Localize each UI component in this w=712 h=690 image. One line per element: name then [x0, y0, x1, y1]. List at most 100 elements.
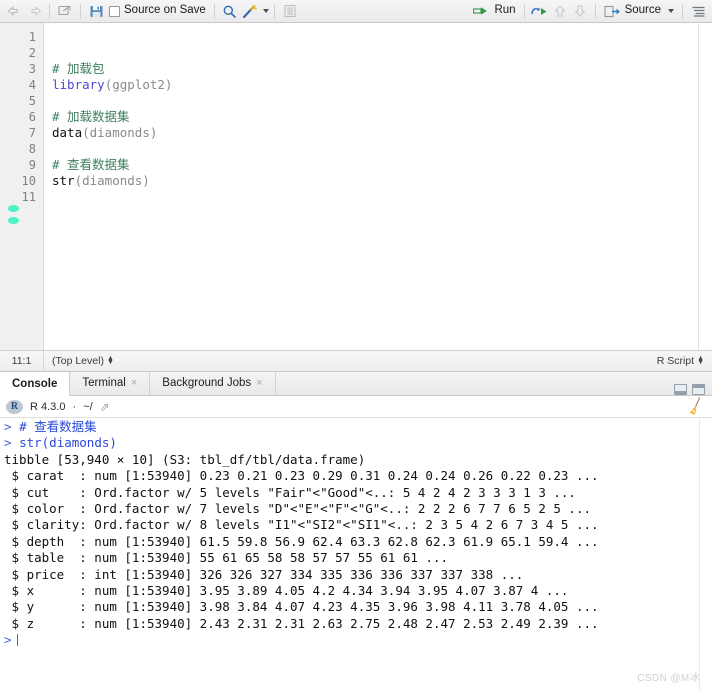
- console-vertical-scrollbar[interactable]: [699, 418, 712, 690]
- source-button[interactable]: Source: [601, 2, 677, 21]
- line-number: 1: [28, 30, 36, 44]
- toolbar-divider: [49, 3, 50, 19]
- code-line[interactable]: library(ggplot2): [52, 77, 712, 93]
- source-chevron-down-icon[interactable]: [668, 9, 674, 13]
- code-line[interactable]: str(diamonds): [52, 173, 712, 189]
- source-toolbar: Source on Save Run Source: [0, 0, 712, 23]
- maximize-pane-icon[interactable]: [692, 384, 705, 395]
- close-icon[interactable]: ×: [131, 377, 137, 389]
- code-token: # 加载包: [52, 61, 105, 76]
- line-number: 8: [28, 142, 36, 156]
- code-token: # 加载数据集: [52, 109, 130, 124]
- console-output-line: $ depth : num [1:53940] 61.5 59.8 56.9 6…: [4, 533, 599, 549]
- line-number: 2: [28, 46, 36, 60]
- line-number: 6: [28, 110, 36, 124]
- line-number: 3: [28, 62, 36, 76]
- run-button[interactable]: Run: [470, 2, 518, 21]
- scope-chevron-icon[interactable]: ▲ ▼: [107, 355, 114, 366]
- code-line[interactable]: [52, 29, 712, 45]
- file-type-selector[interactable]: R Script ▲ ▼: [657, 355, 712, 367]
- line-number: 4: [28, 78, 36, 92]
- line-number: 11: [21, 190, 36, 204]
- magnifier-icon[interactable]: [220, 2, 240, 21]
- code-token: library: [52, 77, 105, 92]
- editor-cursor-marker: [8, 205, 19, 225]
- code-line[interactable]: # 查看数据集: [52, 157, 712, 173]
- show-in-new-window-icon[interactable]: [55, 2, 75, 21]
- code-line[interactable]: [52, 141, 712, 157]
- code-editor-text[interactable]: # 加载包 library(ggplot2) # 加载数据集 data(diamon…: [44, 23, 712, 350]
- code-line[interactable]: [52, 93, 712, 109]
- working-directory-label: ~/: [83, 400, 93, 413]
- r-version-label: R 4.3.0: [30, 400, 66, 413]
- console-output-line: $ clarity: Ord.factor w/ 8 levels "I1"<"…: [4, 517, 599, 533]
- forward-arrow-icon[interactable]: [24, 2, 44, 21]
- close-icon[interactable]: ×: [256, 377, 262, 389]
- console-prompt: >: [4, 435, 20, 451]
- console-command: # 查看数据集: [19, 419, 97, 434]
- toolbar-divider-5: [523, 3, 525, 19]
- broom-clear-console-icon[interactable]: 🧹: [686, 396, 707, 417]
- console-output-line: $ table : num [1:53940] 55 61 65 58 58 5…: [4, 550, 449, 566]
- document-outline-icon[interactable]: [688, 2, 708, 21]
- console-pane: Console Terminal × Background Jobs × R R 4.3…: [0, 372, 712, 690]
- file-type-chevron-icon[interactable]: ▲ ▼: [697, 355, 704, 366]
- console-output-line: $ x : num [1:53940] 3.95 3.89 4.05 4.2 4…: [4, 583, 569, 599]
- toolbar-divider-3: [213, 3, 215, 19]
- codetools-chevron-down-icon[interactable]: [262, 9, 269, 13]
- code-token: (diamonds): [82, 125, 158, 140]
- header-separator: ·: [72, 400, 77, 413]
- compile-report-icon[interactable]: [280, 2, 300, 21]
- toolbar-divider-2: [80, 3, 81, 19]
- console-prompt: >: [4, 419, 20, 434]
- console-tab-bar: Console Terminal × Background Jobs ×: [0, 372, 712, 396]
- toolbar-divider-4: [273, 3, 275, 19]
- console-output-line: $ carat : num [1:53940] 0.23 0.21 0.23 0…: [4, 468, 599, 484]
- arrow-down-icon[interactable]: [570, 2, 590, 21]
- source-vertical-scrollbar[interactable]: [698, 23, 712, 350]
- source-toolbar-right: Run Source: [470, 2, 708, 21]
- tab-label: Background Jobs: [162, 377, 252, 389]
- console-prompt: >: [4, 632, 12, 648]
- console-output[interactable]: > # 查看数据集 > str(diamonds) tibble [53,940 ×…: [0, 418, 712, 690]
- console-input-line: > # 查看数据集: [4, 419, 712, 435]
- pane-controls: [674, 384, 712, 395]
- console-output-line: $ color : Ord.factor w/ 7 levels "D"<"E"…: [4, 501, 591, 517]
- code-token: data: [52, 125, 83, 140]
- rerun-icon[interactable]: [530, 2, 550, 21]
- code-line[interactable]: [52, 45, 712, 61]
- code-line[interactable]: # 加载数据集: [52, 109, 712, 125]
- console-output-line: $ y : num [1:53940] 3.98 3.84 4.07 4.23 …: [4, 599, 599, 615]
- tab-console[interactable]: Console: [0, 372, 71, 396]
- watermark: CSDN @M冰: [637, 673, 700, 684]
- code-token: (diamonds): [74, 173, 150, 188]
- arrow-up-icon[interactable]: [550, 2, 570, 21]
- save-icon[interactable]: [86, 2, 106, 21]
- code-line[interactable]: # 加载包: [52, 61, 712, 77]
- code-line[interactable]: [52, 189, 712, 205]
- console-output-line: $ cut : Ord.factor w/ 5 levels "Fair"<"G…: [4, 484, 576, 500]
- console-caret: [16, 634, 18, 647]
- console-command: str(diamonds): [19, 435, 117, 451]
- scope-selector[interactable]: (Top Level) ▲ ▼: [44, 355, 114, 367]
- magic-wand-icon[interactable]: [240, 2, 260, 21]
- source-on-save-checkbox[interactable]: Source on Save: [106, 2, 209, 21]
- open-in-new-window-icon[interactable]: ⇗: [100, 400, 110, 414]
- back-arrow-icon[interactable]: [4, 2, 24, 21]
- tab-terminal[interactable]: Terminal ×: [70, 372, 151, 395]
- console-input-line: > str(diamonds): [4, 435, 712, 451]
- minimize-pane-icon[interactable]: [674, 384, 687, 395]
- source-on-save-checkbox-box[interactable]: [109, 5, 120, 17]
- code-line[interactable]: data(diamonds): [52, 125, 712, 141]
- toolbar-divider-6: [594, 3, 596, 19]
- tab-background-jobs[interactable]: Background Jobs ×: [150, 372, 276, 395]
- line-number: 5: [28, 94, 36, 108]
- console-active-prompt[interactable]: >: [4, 632, 712, 648]
- toolbar-divider-7: [682, 3, 683, 19]
- code-token: str: [52, 173, 75, 188]
- console-output-line: tibble [53,940 × 10] (S3: tbl_df/tbl/dat…: [4, 451, 366, 467]
- console-header: R R 4.3.0 · ~/ ⇗ 🧹: [0, 396, 712, 418]
- console-output-line: $ price : int [1:53940] 326 326 327 334 …: [4, 566, 524, 582]
- editor-body[interactable]: 1 2 3 4 5 6 7 8 9 10 11 # 加载包 library(ggplot2) # 加载…: [0, 23, 712, 350]
- source-label: Source: [624, 4, 661, 17]
